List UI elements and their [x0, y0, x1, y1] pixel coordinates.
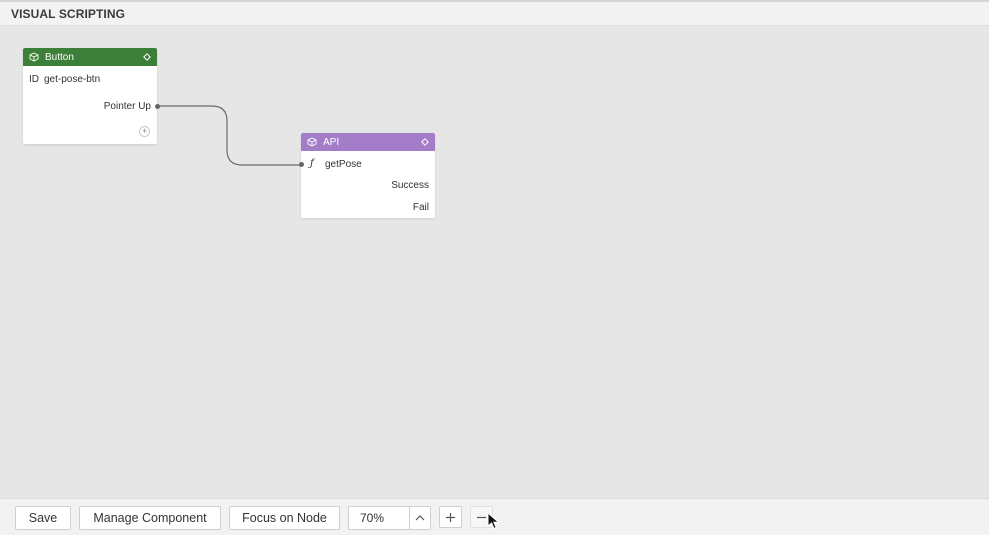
button-node-header[interactable]: Button — [23, 48, 157, 66]
function-name: getPose — [325, 159, 362, 170]
button-node[interactable]: Button ID get-pose-btn Pointer Up + — [23, 48, 160, 144]
success-output: Success — [391, 180, 429, 191]
zoom-in-button[interactable] — [439, 506, 462, 528]
panel-title: VISUAL SCRIPTING — [11, 6, 126, 21]
input-port[interactable] — [299, 162, 304, 167]
zoom-stepper-button[interactable] — [409, 507, 430, 529]
zoom-field[interactable]: 70% — [348, 506, 431, 530]
chevron-up-icon — [415, 515, 425, 521]
id-value: get-pose-btn — [44, 74, 101, 85]
focus-on-node-button[interactable]: Focus on Node — [229, 506, 340, 530]
output-port[interactable] — [155, 104, 160, 109]
cube-icon — [307, 137, 317, 147]
panel-header: VISUAL SCRIPTING — [0, 2, 989, 26]
diamond-icon[interactable] — [421, 138, 429, 146]
function-icon: ƒ — [310, 158, 314, 169]
api-node-header[interactable]: API — [301, 133, 435, 151]
mouse-cursor-icon — [487, 512, 500, 530]
save-button[interactable]: Save — [15, 506, 71, 530]
api-node[interactable]: API ƒ getPose Success Fail — [299, 133, 435, 218]
diamond-icon[interactable] — [143, 53, 151, 61]
button-node-title: Button — [45, 51, 74, 63]
minus-icon — [477, 516, 486, 518]
zoom-value[interactable]: 70% — [349, 511, 409, 525]
add-port-icon[interactable]: + — [139, 126, 150, 137]
cube-icon — [29, 52, 39, 62]
pointer-up-output: Pointer Up — [103, 101, 151, 112]
fail-output: Fail — [412, 202, 429, 213]
plus-icon — [446, 512, 455, 522]
api-node-title: API — [323, 136, 340, 148]
id-label: ID — [29, 74, 39, 85]
manage-component-button[interactable]: Manage Component — [79, 506, 221, 530]
